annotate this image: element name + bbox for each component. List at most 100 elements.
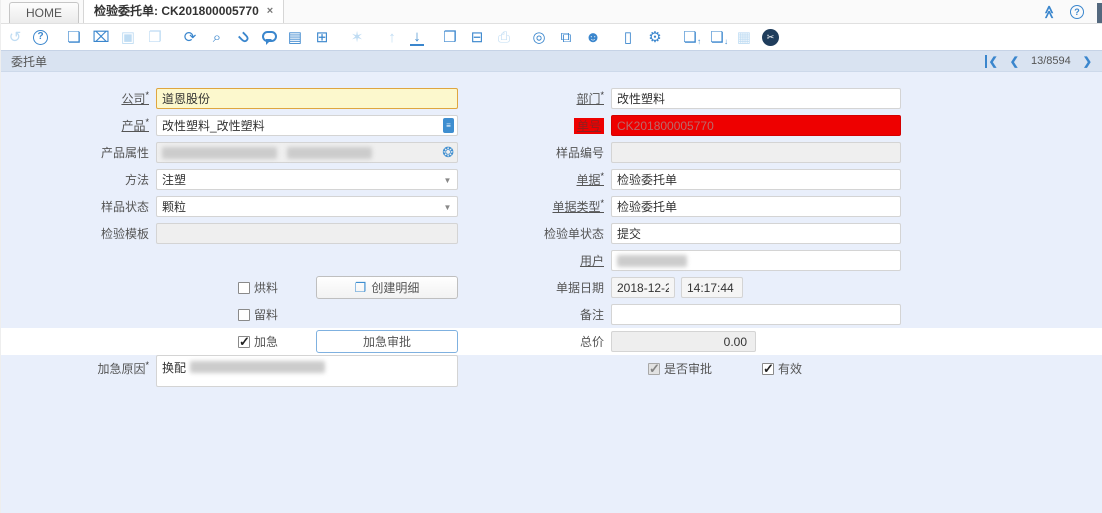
bake-checkbox-label: 烘料: [254, 279, 278, 296]
user-label[interactable]: 用户: [468, 252, 611, 269]
urgent-reason-input[interactable]: 换配: [156, 355, 458, 387]
record-position: 13/8594: [1031, 55, 1071, 67]
doc-date-input[interactable]: [611, 277, 675, 298]
urgent-approval-button[interactable]: 加急审批: [316, 330, 458, 353]
product-info-mini-icon[interactable]: ≡: [443, 118, 454, 133]
approved-checkbox-label: 是否审批: [664, 360, 712, 377]
workflow-icon[interactable]: ⧉: [557, 30, 575, 45]
first-record-icon[interactable]: ❮: [985, 55, 998, 68]
detail-card-icon[interactable]: ▤: [286, 30, 304, 45]
department-input[interactable]: [611, 88, 901, 109]
delete-record-icon[interactable]: ⌧: [92, 30, 110, 45]
refresh-icon[interactable]: ⟳: [181, 30, 199, 45]
customize-icon: ✶: [348, 30, 366, 45]
doc-type-input[interactable]: [611, 196, 901, 217]
insp-status-label: 检验单状态: [468, 225, 611, 242]
undo-icon: ↺: [6, 30, 24, 45]
chat-icon[interactable]: [262, 31, 277, 42]
tab-bar: HOME 检验委托单: CK201800005770 × ≪ ?: [1, 0, 1102, 24]
sample-no-field: [611, 142, 901, 163]
end-session-icon[interactable]: ✂: [762, 29, 779, 46]
record-pager: ❮ ❮ 13/8594 ❯: [985, 55, 1092, 68]
form-row: 加急 加急审批 总价 0.00: [1, 328, 1102, 355]
total-label: 总价: [468, 333, 611, 350]
create-detail-button[interactable]: ❐ 创建明细: [316, 276, 458, 299]
chevron-down-icon[interactable]: ▼: [440, 173, 455, 188]
doc-type-label[interactable]: 单据类型*: [468, 198, 611, 215]
template-field: [156, 223, 458, 244]
redacted-value: [162, 147, 277, 159]
previous-record-icon[interactable]: ❮: [1010, 55, 1019, 68]
tab-inspection-order[interactable]: 检验委托单: CK201800005770 ×: [83, 0, 284, 23]
sample-state-label: 样品状态: [1, 198, 156, 215]
detail-record-icon[interactable]: ↓: [410, 29, 424, 46]
bake-checkbox[interactable]: [238, 282, 250, 294]
preference-icon[interactable]: ⚙: [646, 30, 664, 45]
collapse-icon[interactable]: ≪: [1041, 5, 1057, 19]
sample-no-label: 样品编号: [468, 144, 611, 161]
export-file-icon[interactable]: ❏: [681, 30, 699, 45]
grid-toggle-icon[interactable]: ⊞: [313, 30, 331, 45]
save-create-icon: ❐: [146, 30, 164, 45]
archive-icon[interactable]: ⊟: [468, 30, 486, 45]
toolbar: ↺?❏⌧▣❐⟳⌕∪▤⊞✶↑↓❒⊟⎙◎⧉☻▯⚙❏❏▦✂: [1, 24, 1102, 50]
panel-header: 委托单 ❮ ❮ 13/8594 ❯: [1, 50, 1102, 72]
find-icon[interactable]: ⌕: [208, 30, 226, 45]
import-file-icon[interactable]: ❏: [708, 30, 726, 45]
remark-label: 备注: [468, 306, 611, 323]
form-row: 产品属性 ❂ 样品编号: [1, 139, 1102, 166]
form-row: 烘料 ❐ 创建明细 单据日期: [1, 274, 1102, 301]
form-row: 样品状态 ▼ 单据类型*: [1, 193, 1102, 220]
redacted-value: [287, 147, 372, 159]
panel-title: 委托单: [11, 53, 47, 70]
remark-input[interactable]: [611, 304, 901, 325]
department-label[interactable]: 部门*: [468, 90, 611, 107]
form-row: 方法 ▼ 单据*: [1, 166, 1102, 193]
product-label[interactable]: 产品*: [1, 117, 156, 134]
attribute-editor-icon[interactable]: ❂: [442, 145, 454, 159]
active-checkbox[interactable]: [762, 363, 774, 375]
sample-state-combobox[interactable]: [156, 196, 458, 217]
next-record-icon[interactable]: ❯: [1083, 55, 1092, 68]
document-label[interactable]: 单据*: [468, 171, 611, 188]
chevron-down-icon[interactable]: ▼: [440, 200, 455, 215]
insp-status-input[interactable]: [611, 223, 901, 244]
company-input[interactable]: [156, 88, 458, 109]
keep-checkbox[interactable]: [238, 309, 250, 321]
user-field[interactable]: [611, 250, 901, 271]
product-info-icon[interactable]: ▯: [619, 30, 637, 45]
form-row: 留料 备注: [1, 301, 1102, 328]
print-icon: ⎙: [495, 30, 513, 45]
keep-checkbox-label: 留料: [254, 306, 278, 323]
total-field: 0.00: [611, 331, 756, 352]
panel-edge: [1097, 3, 1102, 23]
tab-close-icon[interactable]: ×: [267, 5, 273, 17]
method-label: 方法: [1, 171, 156, 188]
order-form: 公司* 部门* 产品* ≡ 单号 CK201800005770 产品属性 ❂: [1, 72, 1102, 513]
urgent-checkbox[interactable]: [238, 336, 250, 348]
attachment-icon[interactable]: ∪: [232, 25, 255, 48]
urgent-reason-label: 加急原因*: [1, 360, 156, 377]
doc-no-field[interactable]: CK201800005770: [611, 115, 901, 136]
redacted-value: [617, 255, 687, 267]
product-attr-field[interactable]: [156, 142, 458, 163]
redacted-value: [190, 361, 325, 373]
template-label: 检验模板: [1, 225, 156, 242]
company-label[interactable]: 公司*: [1, 90, 156, 107]
tab-title: 检验委托单: CK201800005770: [94, 2, 259, 19]
doc-time-input[interactable]: [681, 277, 743, 298]
form-row: 加急原因* 换配 是否审批 有效: [1, 355, 1102, 387]
product-input[interactable]: [156, 115, 458, 136]
form-row: 公司* 部门*: [1, 85, 1102, 112]
create-detail-icon: ❐: [355, 280, 367, 296]
contact-icon[interactable]: ☻: [584, 30, 602, 45]
report-icon[interactable]: ❒: [441, 30, 459, 45]
document-input[interactable]: [611, 169, 901, 190]
tab-home[interactable]: HOME: [9, 2, 79, 23]
method-combobox[interactable]: [156, 169, 458, 190]
help-icon[interactable]: ?: [33, 30, 48, 45]
process-icon[interactable]: ◎: [530, 30, 548, 45]
window-help-icon[interactable]: ?: [1070, 5, 1084, 19]
save-icon: ▣: [119, 30, 137, 45]
new-record-icon[interactable]: ❏: [65, 30, 83, 45]
